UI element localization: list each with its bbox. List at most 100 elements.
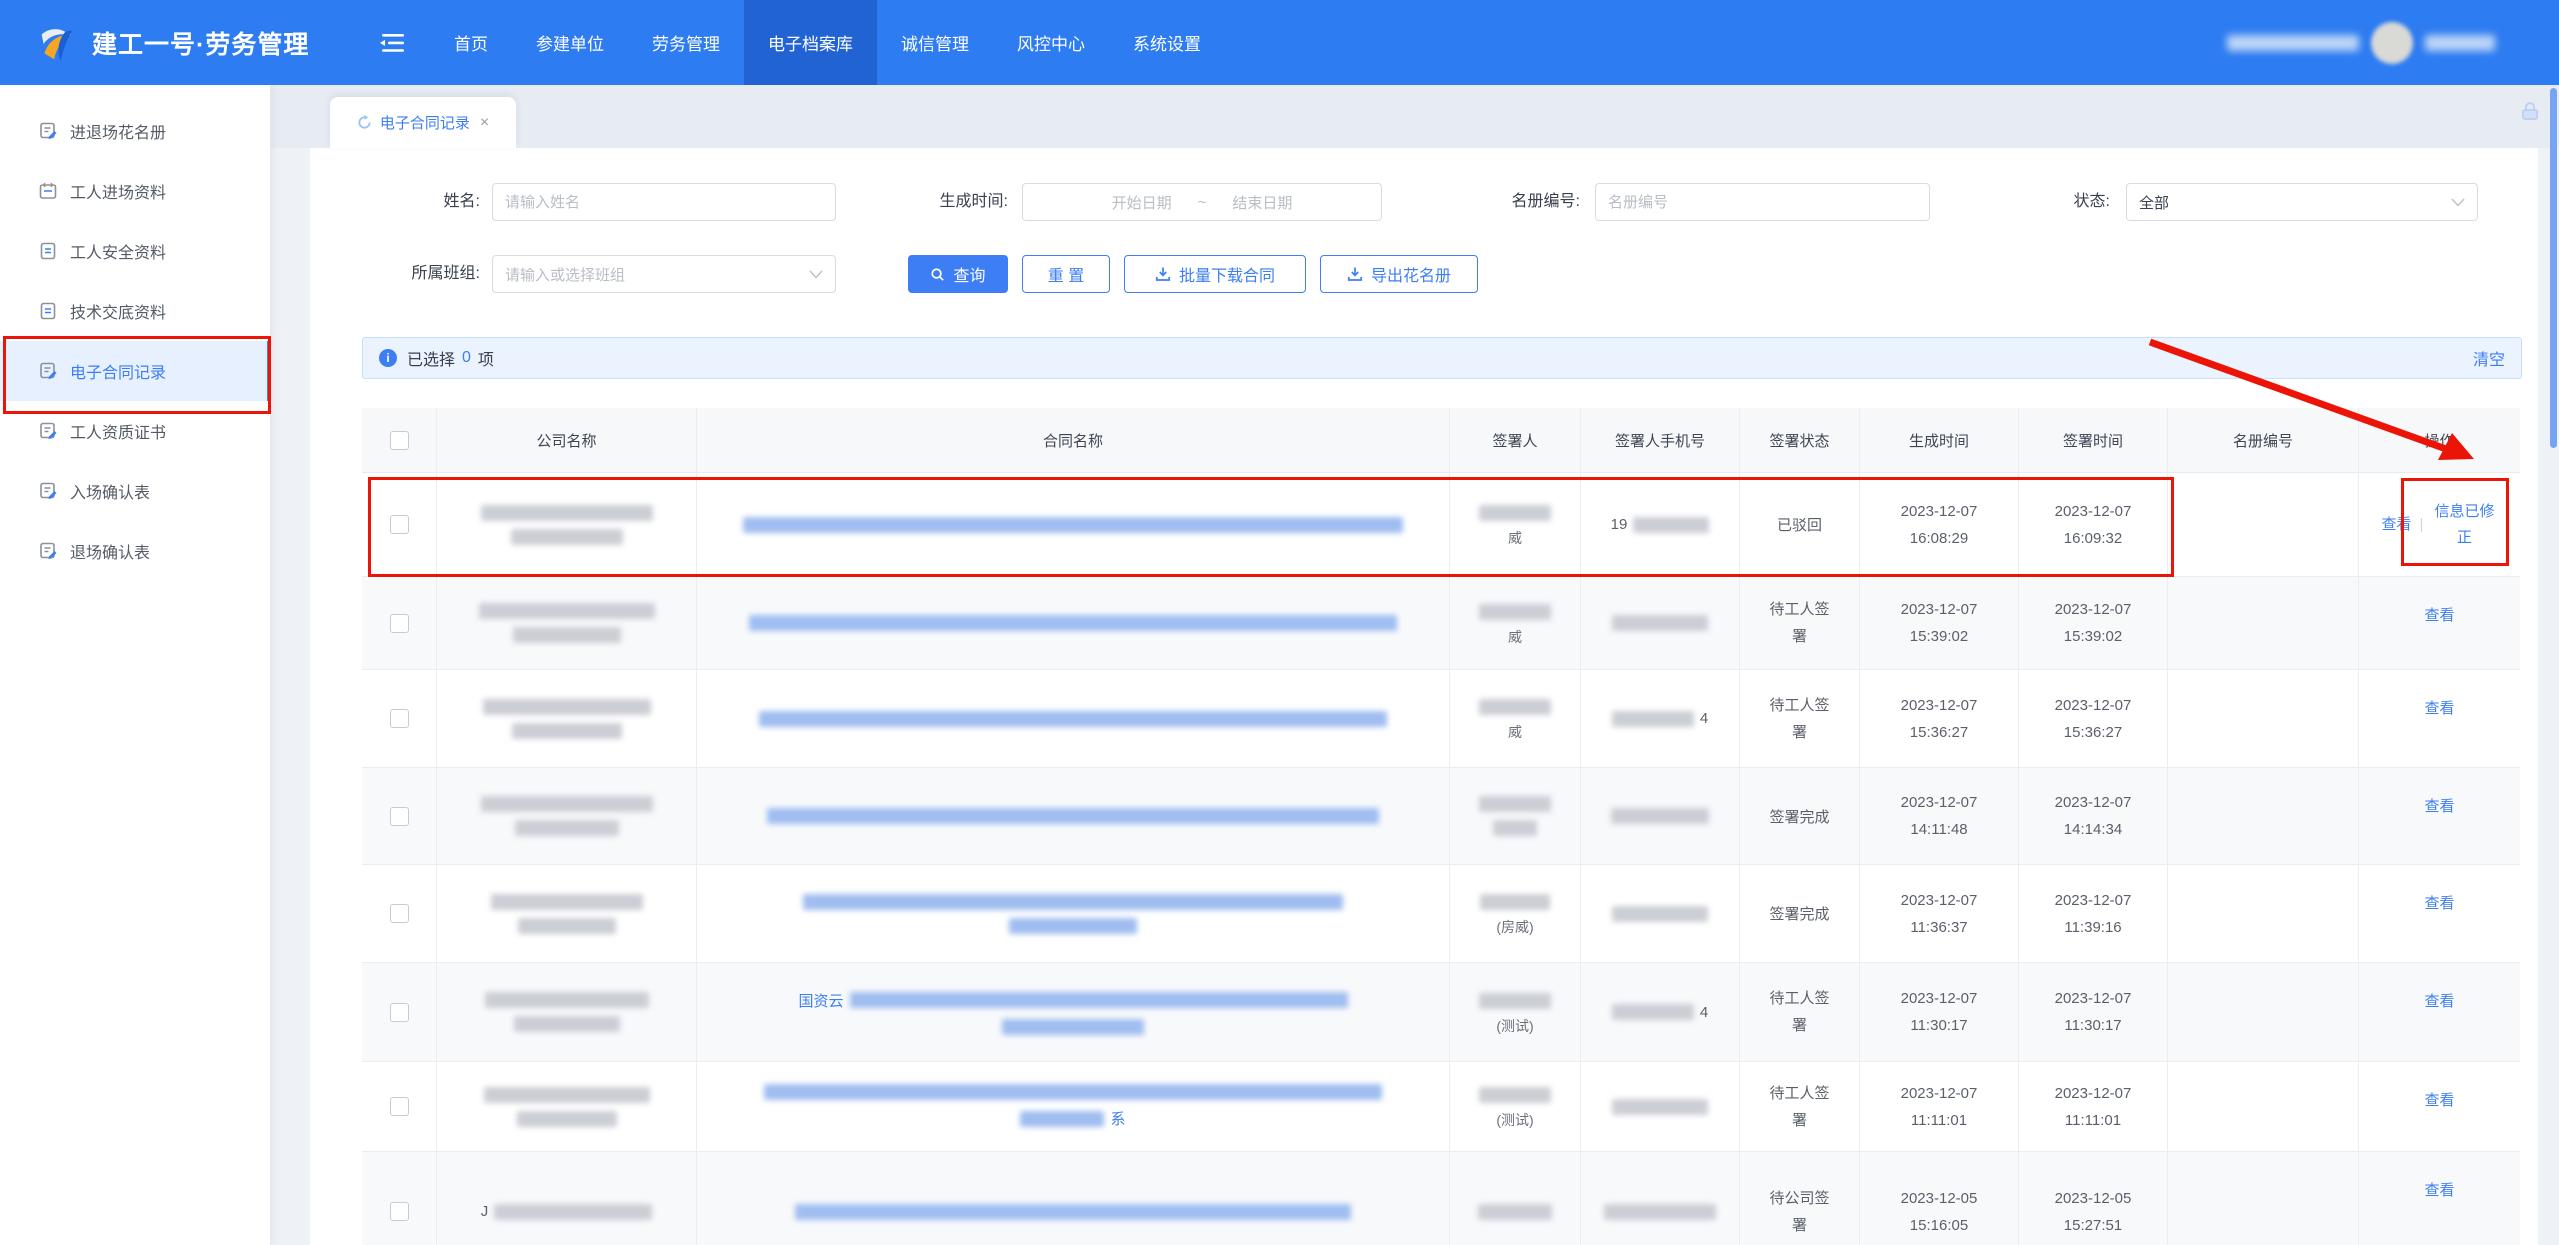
company-line — [514, 1016, 620, 1032]
nav-item-首页[interactable]: 首页 — [430, 0, 512, 85]
generated-time-cell: 2023-12-07 15:39:02 — [1860, 577, 2019, 670]
chevron-down-icon — [2451, 194, 2465, 211]
row-checkbox[interactable] — [390, 515, 409, 534]
sidebar-item-电子合同记录[interactable]: 电子合同记录 — [0, 341, 270, 401]
row-checkbox[interactable] — [390, 1003, 409, 1022]
column-header-公司名称: 公司名称 — [437, 408, 697, 473]
nav-item-风控中心[interactable]: 风控中心 — [993, 0, 1109, 85]
redacted-contract-link — [850, 992, 1348, 1008]
signer-tail-text: 威 — [1508, 528, 1522, 548]
brand: 建工一号·劳务管理 — [0, 20, 334, 66]
company-name-cell — [437, 865, 697, 963]
table-row: 威待工人签署2023-12-07 15:39:022023-12-07 15:3… — [362, 577, 2520, 670]
column-header-名册编号: 名册编号 — [2168, 408, 2359, 473]
phone-line — [1611, 808, 1709, 824]
menu-collapse-icon[interactable] — [380, 32, 406, 54]
app: 建工一号·劳务管理 首页参建单位劳务管理电子档案库诚信管理风控中心系统设置 电子… — [0, 0, 2559, 1245]
tab-electronic-contract-records[interactable]: 电子合同记录 × — [330, 97, 516, 148]
company-name-cell — [437, 1062, 697, 1152]
redacted-company-name — [481, 505, 653, 521]
status-text: 待工人签署 — [1768, 692, 1832, 746]
lock-icon[interactable] — [2519, 100, 2541, 127]
roster-no-cell — [2168, 1152, 2359, 1245]
roster-no-input[interactable] — [1595, 183, 1930, 221]
view-link[interactable]: 查看 — [2424, 895, 2454, 912]
view-link[interactable]: 查看 — [2424, 607, 2454, 624]
export-roster-button[interactable]: 导出花名册 — [1320, 255, 1478, 293]
signer-cell: (测试) — [1450, 963, 1581, 1062]
name-label: 姓名: — [320, 183, 480, 221]
view-link[interactable]: 查看 — [2424, 798, 2454, 815]
row-checkbox[interactable] — [390, 1202, 409, 1221]
status-select[interactable]: 全部 — [2126, 183, 2478, 221]
column-header-签署人手机号: 签署人手机号 — [1581, 408, 1740, 473]
redacted-company-name — [518, 918, 616, 934]
view-link[interactable]: 查看 — [2424, 1182, 2454, 1199]
row-checkbox[interactable] — [390, 904, 409, 923]
sign-time-cell: 2023-12-07 11:30:17 — [2019, 963, 2168, 1062]
clear-selection-link[interactable]: 清空 — [2473, 346, 2505, 370]
row-checkbox-cell — [362, 865, 437, 963]
refresh-icon[interactable] — [357, 115, 372, 130]
close-icon[interactable]: × — [480, 114, 489, 132]
sidebar-item-工人资质证书[interactable]: 工人资质证书 — [0, 401, 270, 461]
contract-line — [743, 517, 1403, 533]
actions-cell: 查看 — [2359, 577, 2520, 670]
redacted-company-name — [479, 603, 655, 619]
reset-button[interactable]: 重 置 — [1022, 255, 1110, 293]
signer-tail-text: (房威) — [1496, 917, 1533, 937]
sidebar-item-入场确认表[interactable]: 入场确认表 — [0, 461, 270, 521]
company-line — [479, 603, 655, 619]
contract-name-cell — [697, 670, 1450, 768]
row-checkbox[interactable] — [390, 807, 409, 826]
nav-item-参建单位[interactable]: 参建单位 — [512, 0, 628, 85]
nav-item-劳务管理[interactable]: 劳务管理 — [628, 0, 744, 85]
row-checkbox[interactable] — [390, 709, 409, 728]
nav-item-电子档案库[interactable]: 电子档案库 — [744, 0, 877, 85]
row-checkbox[interactable] — [390, 614, 409, 633]
redacted-phone-number — [1633, 517, 1709, 533]
view-link[interactable]: 查看 — [2424, 993, 2454, 1010]
company-line — [481, 505, 653, 521]
contract-prefix-text: 国资云 — [798, 990, 843, 1011]
view-link[interactable]: 查看 — [2382, 516, 2412, 533]
phone-line — [1612, 1099, 1708, 1115]
sidebar-item-工人安全资料[interactable]: 工人安全资料 — [0, 221, 270, 281]
sidebar-item-退场确认表[interactable]: 退场确认表 — [0, 521, 270, 581]
info-corrected-link[interactable]: 信息已修正 — [2431, 499, 2497, 551]
view-link[interactable]: 查看 — [2424, 700, 2454, 717]
team-select[interactable]: 请输入或选择班组 — [492, 255, 836, 293]
search-button[interactable]: 查询 — [908, 255, 1008, 293]
gen-time-range-input[interactable]: 开始日期 ~ 结束日期 — [1022, 183, 1382, 221]
signer-line — [1479, 604, 1551, 620]
sign-time-cell: 2023-12-07 11:39:16 — [2019, 865, 2168, 963]
nav-item-系统设置[interactable]: 系统设置 — [1109, 0, 1225, 85]
generated-time-cell: 2023-12-07 15:36:27 — [1860, 670, 2019, 768]
signer-line — [1493, 820, 1537, 836]
name-input[interactable] — [492, 183, 836, 221]
sidebar-item-工人进场资料[interactable]: 工人进场资料 — [0, 161, 270, 221]
avatar[interactable] — [2371, 22, 2413, 64]
signer-tail-text: (测试) — [1496, 1016, 1533, 1036]
actions-cell: 查看 — [2359, 865, 2520, 963]
sidebar-item-进退场花名册[interactable]: 进退场花名册 — [0, 101, 270, 161]
select-all-checkbox[interactable] — [390, 431, 409, 450]
batch-download-button[interactable]: 批量下载合同 — [1124, 255, 1306, 293]
status-text: 待工人签署 — [1768, 596, 1832, 650]
status-text: 待公司签署 — [1768, 1185, 1832, 1239]
view-link[interactable]: 查看 — [2424, 1092, 2454, 1109]
company-line — [513, 627, 621, 643]
selection-count: 0 — [462, 349, 471, 367]
contract-line — [1009, 918, 1137, 934]
row-checkbox[interactable] — [390, 1097, 409, 1116]
scrollbar-thumb[interactable] — [2550, 88, 2557, 448]
row-checkbox-cell — [362, 473, 437, 577]
signer-cell: 威 — [1450, 577, 1581, 670]
contract-line: 系 — [1020, 1108, 1125, 1129]
phone-line — [1604, 1204, 1716, 1220]
sidebar-item-label: 入场确认表 — [70, 479, 150, 503]
sign-time-text: 2023-12-07 11:11:01 — [2047, 1080, 2139, 1134]
contract-line — [795, 1204, 1351, 1220]
sidebar-item-技术交底资料[interactable]: 技术交底资料 — [0, 281, 270, 341]
nav-item-诚信管理[interactable]: 诚信管理 — [877, 0, 993, 85]
